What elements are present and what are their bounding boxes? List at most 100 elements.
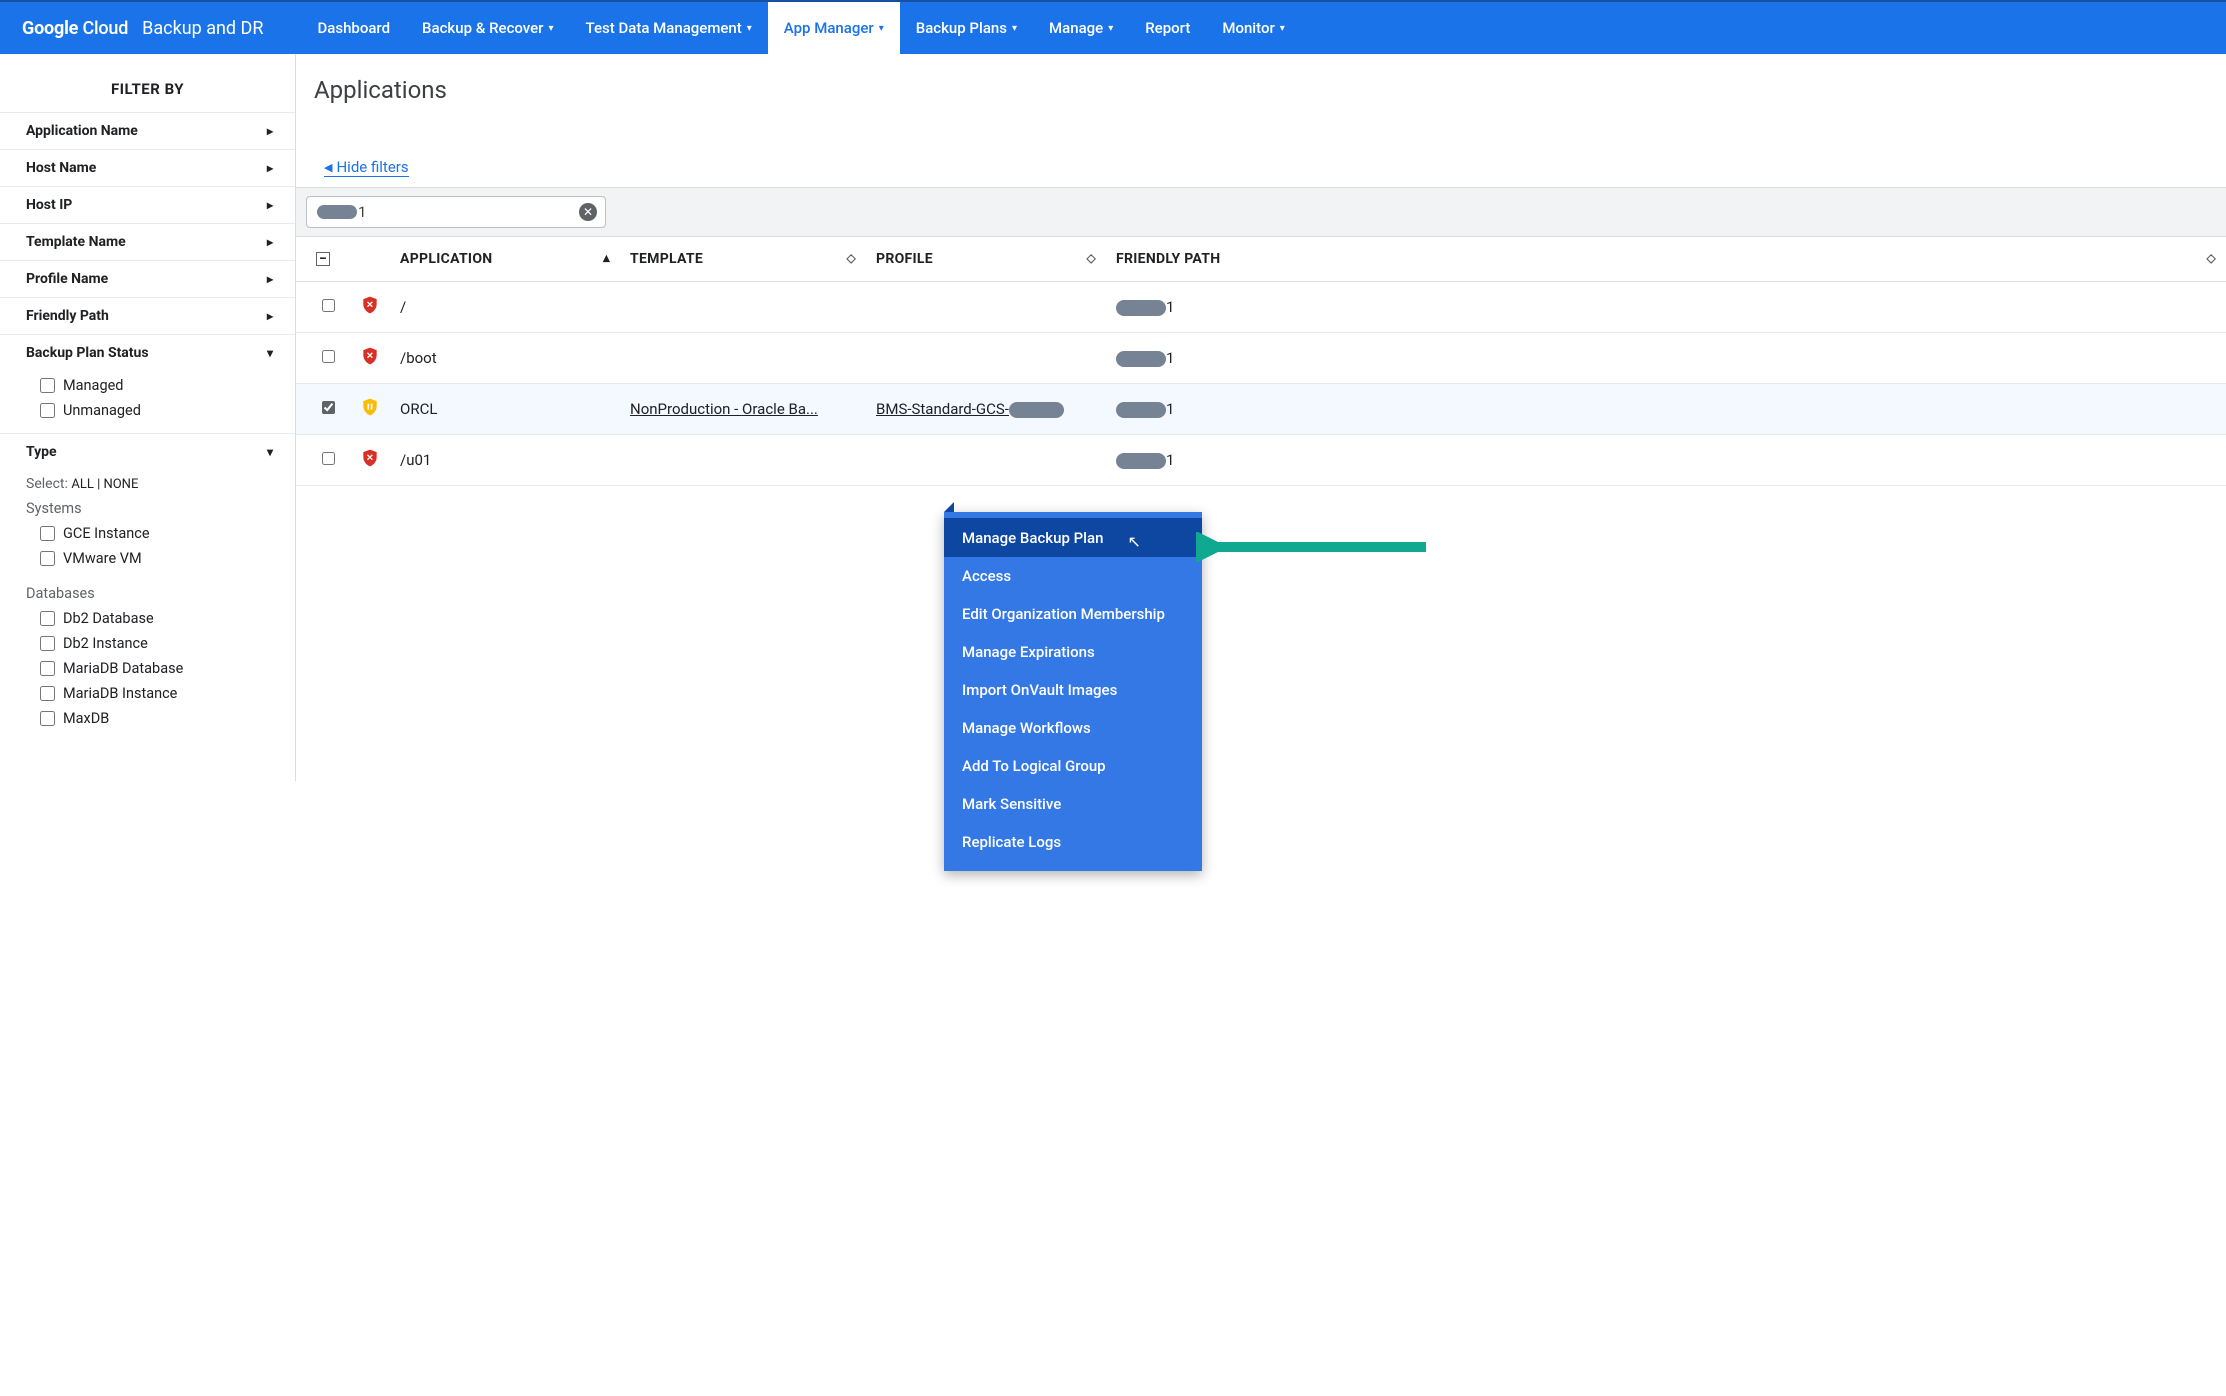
context-menu: Manage Backup Plan↖ Access Edit Organiza…: [944, 512, 1202, 871]
shield-error-icon: ✕: [360, 345, 380, 367]
nav-app-manager[interactable]: App Manager▾: [768, 2, 900, 54]
caret-down-icon: ▾: [267, 445, 273, 459]
filter-type[interactable]: Type▾: [0, 434, 295, 470]
sort-icon: ▴: [603, 251, 610, 266]
ctx-manage-workflows[interactable]: Manage Workflows: [944, 709, 1202, 747]
ctx-manage-backup-plan[interactable]: Manage Backup Plan↖: [944, 518, 1202, 557]
cell-template-link[interactable]: NonProduction - Oracle Ba...: [630, 400, 818, 418]
sort-icon: ◇: [2206, 251, 2216, 265]
redacted-text: [1116, 453, 1166, 469]
select-none-link[interactable]: NONE: [103, 477, 138, 492]
filter-host-ip[interactable]: Host IP▸: [0, 187, 295, 223]
cell-application: ORCL: [390, 384, 620, 435]
header-template[interactable]: TEMPLATE◇: [620, 237, 866, 282]
ctx-manage-expirations[interactable]: Manage Expirations: [944, 633, 1202, 671]
chevron-down-icon: ▾: [747, 23, 752, 34]
table-row[interactable]: ORCL NonProduction - Oracle Ba... BMS-St…: [296, 384, 2226, 435]
filter-profile-name[interactable]: Profile Name▸: [0, 261, 295, 297]
checkbox[interactable]: [40, 661, 55, 676]
ctx-access[interactable]: Access: [944, 557, 1202, 595]
nav-test-data-mgmt[interactable]: Test Data Management▾: [570, 2, 768, 54]
redacted-text: [1116, 402, 1166, 418]
nav-manage[interactable]: Manage▾: [1033, 2, 1129, 54]
type-systems-label: Systems: [0, 496, 295, 521]
chevron-down-icon: ▾: [1012, 23, 1017, 34]
table-row[interactable]: ✕ / 1: [296, 282, 2226, 333]
nav-dashboard[interactable]: Dashboard: [301, 2, 406, 54]
checkbox[interactable]: [40, 378, 55, 393]
filter-option-mariadb-database[interactable]: MariaDB Database: [40, 656, 273, 681]
filter-by-title: FILTER BY: [0, 72, 295, 112]
filter-option-mariadb-instance[interactable]: MariaDB Instance: [40, 681, 273, 706]
row-checkbox[interactable]: [322, 452, 335, 465]
header-friendly-path[interactable]: FRIENDLY PATH◇: [1106, 237, 2226, 282]
nav-report[interactable]: Report: [1129, 2, 1206, 54]
row-checkbox[interactable]: [322, 299, 335, 312]
active-filter-chip[interactable]: 1 ✕: [306, 196, 606, 228]
table-row[interactable]: ✕ /u01 1: [296, 435, 2226, 486]
caret-right-icon: ▸: [267, 161, 273, 175]
filter-template-name[interactable]: Template Name▸: [0, 224, 295, 260]
row-checkbox[interactable]: [322, 350, 335, 363]
row-checkbox[interactable]: [322, 401, 335, 414]
shield-error-icon: ✕: [360, 447, 380, 469]
nav-backup-plans[interactable]: Backup Plans▾: [900, 2, 1033, 54]
header-application[interactable]: APPLICATION▴: [390, 237, 620, 282]
type-databases-label: Databases: [0, 581, 295, 606]
filter-chip-bar: 1 ✕: [296, 187, 2226, 237]
redacted-text: [1116, 351, 1166, 367]
filter-host-name[interactable]: Host Name▸: [0, 150, 295, 186]
checkbox[interactable]: [40, 636, 55, 651]
svg-text:✕: ✕: [366, 454, 374, 464]
ctx-import-onvault[interactable]: Import OnVault Images: [944, 671, 1202, 709]
nav-items: Dashboard Backup & Recover▾ Test Data Ma…: [301, 2, 1300, 54]
filter-option-managed[interactable]: Managed: [40, 373, 273, 398]
clear-chip-icon[interactable]: ✕: [579, 203, 597, 221]
svg-text:✕: ✕: [366, 301, 374, 311]
checkbox[interactable]: [40, 686, 55, 701]
page-title: Applications: [296, 76, 2226, 104]
ctx-mark-sensitive[interactable]: Mark Sensitive: [944, 785, 1202, 823]
filter-option-gce[interactable]: GCE Instance: [40, 521, 273, 546]
filter-option-vmware[interactable]: VMware VM: [40, 546, 273, 571]
content-area: Applications ◀Hide filters 1 ✕ − APPLICA…: [296, 54, 2226, 781]
cell-application: /u01: [390, 435, 620, 486]
filter-option-db2-database[interactable]: Db2 Database: [40, 606, 273, 631]
filter-application-name[interactable]: Application Name▸: [0, 113, 295, 149]
nav-monitor[interactable]: Monitor▾: [1206, 2, 1300, 54]
product-name: Backup and DR: [142, 18, 263, 39]
nav-backup-recover[interactable]: Backup & Recover▾: [406, 2, 569, 54]
cell-application: /: [390, 282, 620, 333]
filter-backup-plan-status[interactable]: Backup Plan Status▾: [0, 335, 295, 371]
chevron-down-icon: ▾: [1108, 23, 1113, 34]
filter-option-maxdb[interactable]: MaxDB: [40, 706, 273, 731]
checkbox[interactable]: [40, 611, 55, 626]
top-nav: Google Cloud Backup and DR Dashboard Bac…: [0, 0, 2226, 54]
caret-right-icon: ▸: [267, 124, 273, 138]
type-select-bar: Select: ALL | NONE: [0, 470, 295, 496]
table-row[interactable]: ✕ /boot 1: [296, 333, 2226, 384]
select-all-link[interactable]: ALL: [71, 477, 93, 492]
filter-friendly-path[interactable]: Friendly Path▸: [0, 298, 295, 334]
checkbox[interactable]: [40, 711, 55, 726]
filter-option-unmanaged[interactable]: Unmanaged: [40, 398, 273, 423]
cell-profile-link[interactable]: BMS-Standard-GCS-: [876, 400, 1064, 418]
caret-right-icon: ▸: [267, 272, 273, 286]
chevron-down-icon: ▾: [1280, 23, 1285, 34]
checkbox[interactable]: [40, 403, 55, 418]
checkbox[interactable]: [40, 526, 55, 541]
redacted-text: [1116, 300, 1166, 316]
header-select-all[interactable]: −: [296, 237, 350, 282]
chevron-down-icon: ▾: [549, 23, 554, 34]
filter-option-db2-instance[interactable]: Db2 Instance: [40, 631, 273, 656]
redacted-text: [1009, 402, 1064, 418]
ctx-replicate-logs[interactable]: Replicate Logs: [944, 823, 1202, 861]
checkbox[interactable]: [40, 551, 55, 566]
google-cloud-logo: Google Cloud: [22, 18, 128, 39]
ctx-edit-org-membership[interactable]: Edit Organization Membership: [944, 595, 1202, 633]
hide-filters-link[interactable]: ◀Hide filters: [324, 158, 409, 177]
caret-left-icon: ◀: [324, 161, 332, 174]
chevron-down-icon: ▾: [879, 23, 884, 34]
ctx-add-logical-group[interactable]: Add To Logical Group: [944, 747, 1202, 785]
header-profile[interactable]: PROFILE◇: [866, 237, 1106, 282]
